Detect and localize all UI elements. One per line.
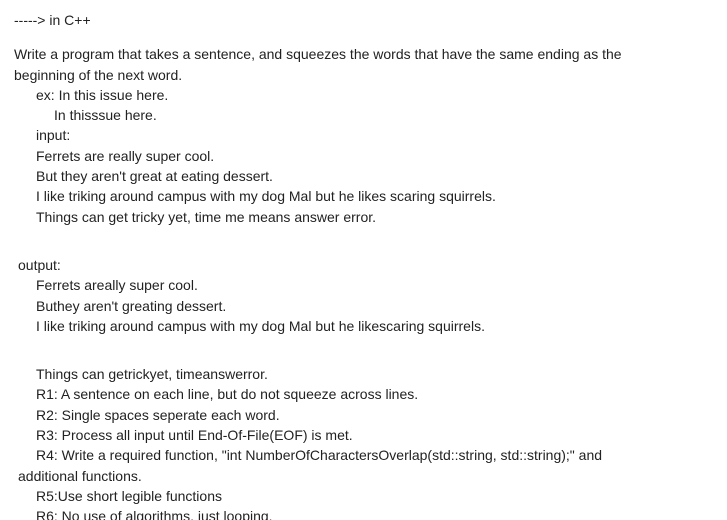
input-line: Things can get tricky yet, time me means… [14, 207, 713, 227]
blank-space [14, 336, 713, 350]
rule-line: R4: Write a required function, "int Numb… [14, 445, 713, 465]
rule-line: R3: Process all input until End-Of-File(… [14, 425, 713, 445]
example-line-2: In thisssue here. [14, 105, 713, 125]
blank-space [14, 30, 713, 44]
input-line: I like triking around campus with my dog… [14, 186, 713, 206]
example-line-1: ex: In this issue here. [14, 85, 713, 105]
input-line: Ferrets are really super cool. [14, 146, 713, 166]
prompt-line-2: beginning of the next word. [14, 65, 713, 85]
blank-space [14, 241, 713, 255]
input-label: input: [14, 125, 713, 145]
blank-space [14, 227, 713, 241]
input-line: But they aren't great at eating dessert. [14, 166, 713, 186]
blank-space [14, 350, 713, 364]
title-arrow: -----> in C++ [14, 10, 713, 30]
rule-line: R1: A sentence on each line, but do not … [14, 384, 713, 404]
prompt-line-1: Write a program that takes a sentence, a… [14, 44, 713, 64]
rule-line: R6: No use of algorithms, just looping. [14, 506, 713, 520]
output-line: I like triking around campus with my dog… [14, 316, 713, 336]
output-label: output: [14, 255, 713, 275]
rule-line: R2: Single spaces seperate each word. [14, 405, 713, 425]
output-line: Buthey aren't greating dessert. [14, 296, 713, 316]
document-body: -----> in C++ Write a program that takes… [0, 0, 727, 520]
output-line: Ferrets areally super cool. [14, 275, 713, 295]
output-line: Things can getrickyet, timeanswerror. [14, 364, 713, 384]
rule-line: R5:Use short legible functions [14, 486, 713, 506]
rule-line-cont: additional functions. [14, 466, 713, 486]
